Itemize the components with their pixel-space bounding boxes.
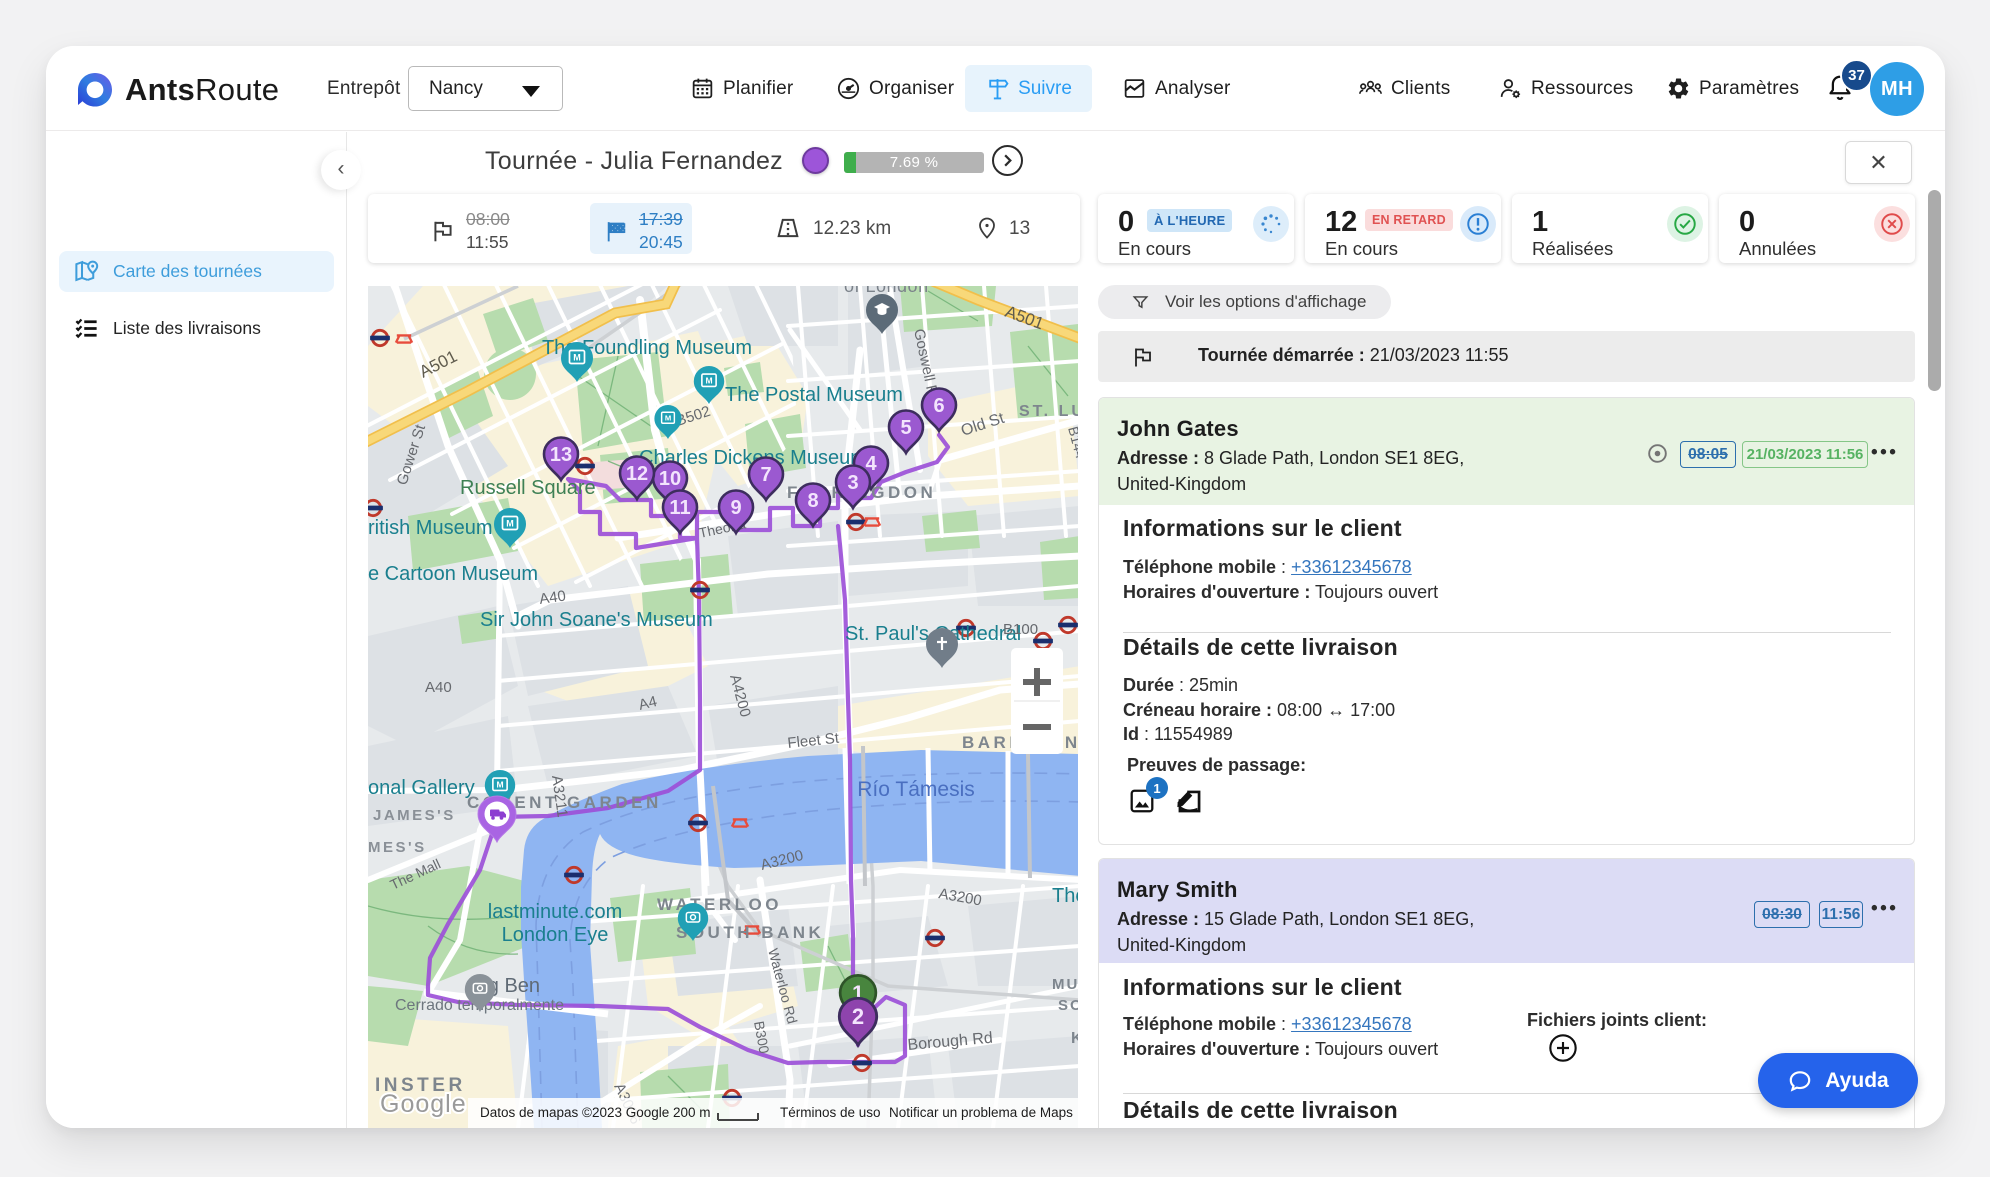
svg-text:10: 10 <box>659 468 681 490</box>
svg-text:Términos de uso: Términos de uso <box>780 1105 881 1120</box>
svg-text:11: 11 <box>669 497 690 519</box>
svg-text:ritish Museum: ritish Museum <box>368 517 492 539</box>
svg-text:KI: KI <box>1071 1030 1078 1047</box>
svg-text:200 m: 200 m <box>673 1105 711 1120</box>
svg-text:8: 8 <box>807 490 818 512</box>
svg-text:London Eye: London Eye <box>502 924 609 946</box>
svg-text:MU: MU <box>1052 976 1078 993</box>
svg-text:Sir John Soane's Museum: Sir John Soane's Museum <box>480 609 713 631</box>
svg-text:3: 3 <box>847 472 858 494</box>
svg-text:Notificar un problema de Maps: Notificar un problema de Maps <box>889 1105 1073 1120</box>
svg-text:Google: Google <box>380 1090 467 1118</box>
svg-text:Río Támesis: Río Támesis <box>857 778 974 801</box>
svg-text:onal Gallery: onal Gallery <box>368 777 475 799</box>
svg-text:M: M <box>665 414 671 423</box>
svg-text:The Sl: The Sl <box>1052 885 1078 907</box>
svg-text:5: 5 <box>900 417 911 439</box>
svg-text:JAMES'S: JAMES'S <box>373 807 456 824</box>
svg-text:ST. LUKE'S: ST. LUKE'S <box>1019 403 1078 420</box>
svg-text:WATERLOO: WATERLOO <box>657 895 782 914</box>
svg-text:13: 13 <box>550 444 572 466</box>
svg-text:of London: of London <box>844 286 929 296</box>
svg-text:M: M <box>496 780 503 790</box>
svg-text:e Cartoon Museum: e Cartoon Museum <box>368 563 538 585</box>
svg-text:M: M <box>573 353 581 363</box>
svg-text:A40: A40 <box>425 679 452 696</box>
svg-text:B100: B100 <box>1003 621 1038 638</box>
svg-text:9: 9 <box>730 497 741 519</box>
svg-text:M: M <box>705 376 712 386</box>
svg-text:MES'S: MES'S <box>368 839 427 856</box>
svg-text:The Postal Museum: The Postal Museum <box>725 384 903 406</box>
svg-text:Datos de mapas ©2023 Google: Datos de mapas ©2023 Google <box>480 1105 669 1120</box>
svg-text:SO: SO <box>1058 997 1078 1014</box>
svg-text:7: 7 <box>760 464 771 486</box>
svg-text:lastminute.com: lastminute.com <box>488 901 623 923</box>
svg-text:12: 12 <box>626 463 648 485</box>
svg-text:6: 6 <box>933 395 944 417</box>
svg-text:Russell Square: Russell Square <box>460 477 596 499</box>
svg-text:2: 2 <box>852 1004 864 1029</box>
svg-text:M: M <box>506 519 514 529</box>
